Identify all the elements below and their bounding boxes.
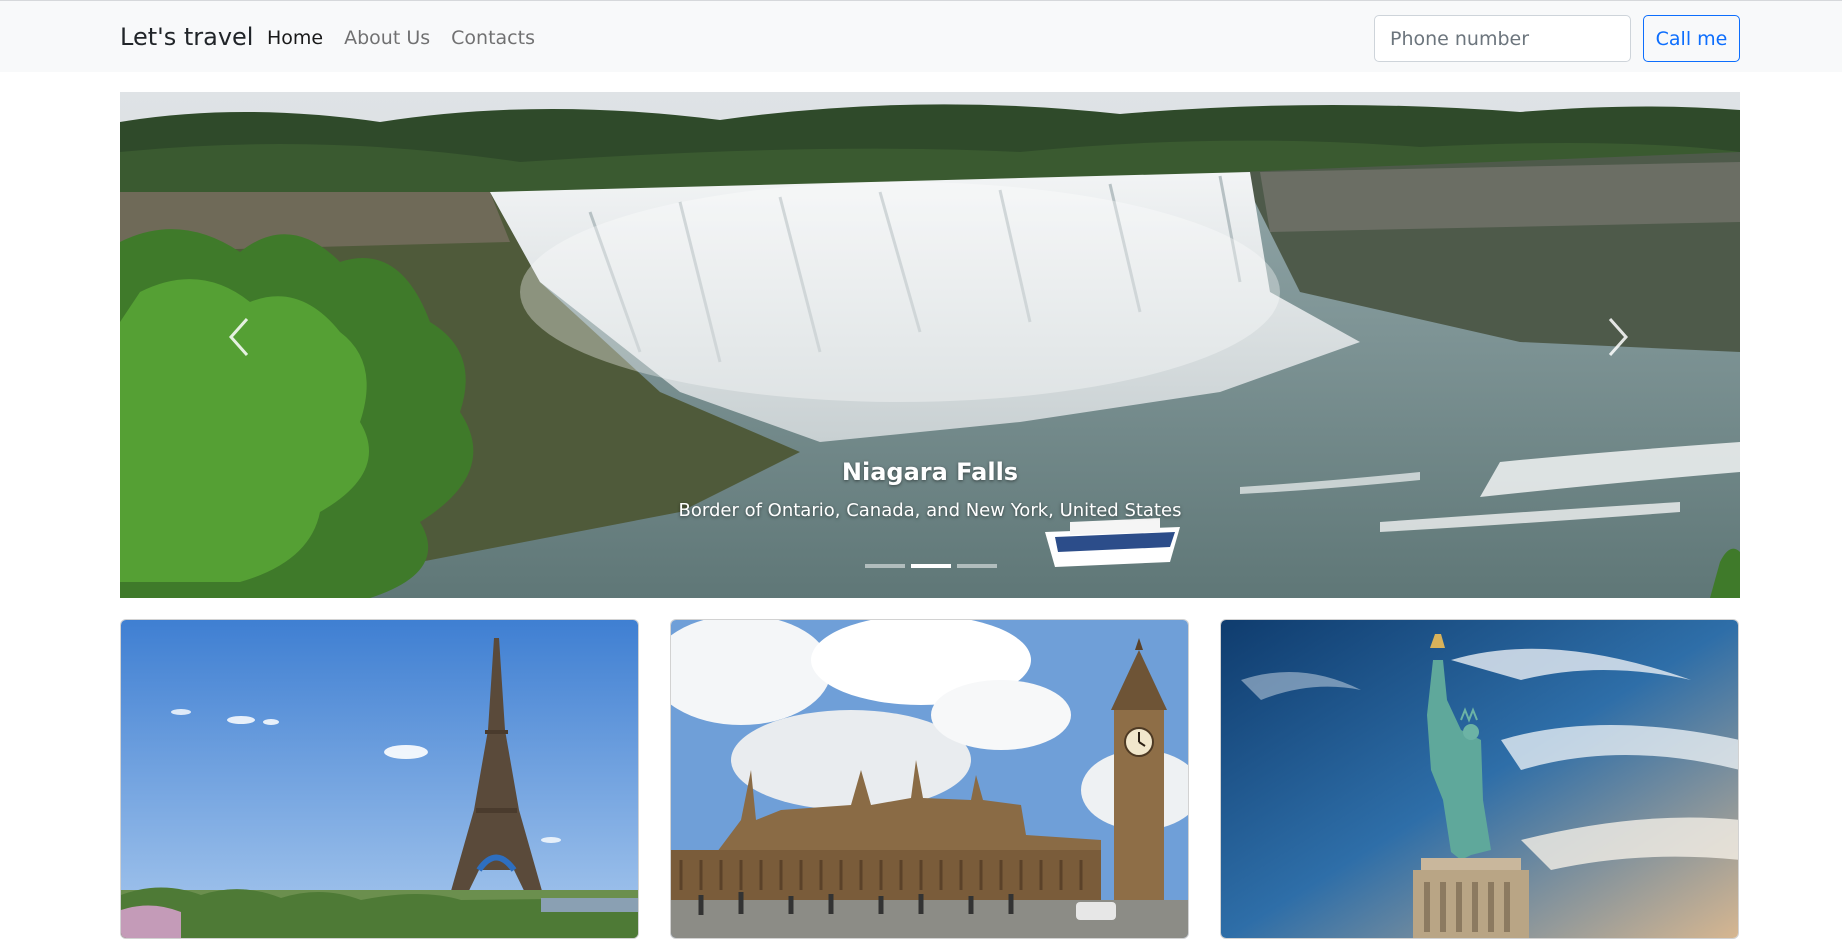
carousel-indicator-active[interactable] [911,564,951,568]
destination-card-new-york[interactable] [1220,619,1739,939]
nav-links: Home About Us Contacts [267,27,535,49]
carousel-caption: Niagara Falls Border of Ontario, Canada,… [120,458,1740,521]
eiffel-tower-photo [121,620,638,938]
big-ben-parliament-photo [671,620,1188,938]
nav-about-link[interactable]: About Us [344,27,430,49]
carousel-indicator[interactable] [865,564,905,568]
phone-number-input[interactable] [1374,15,1631,62]
carousel-indicators [865,564,997,568]
nav-contacts-link[interactable]: Contacts [451,27,535,49]
carousel-next-button[interactable] [1572,277,1662,397]
statue-of-liberty-photo [1221,620,1738,938]
call-me-button[interactable]: Call me [1643,15,1740,62]
destination-card-paris[interactable] [120,619,639,939]
carousel-indicator[interactable] [957,564,997,568]
niagara-falls-photo [120,92,1740,598]
carousel-prev-button[interactable] [195,277,285,397]
slide-title: Niagara Falls [841,458,1019,486]
chevron-left-icon [228,318,249,356]
chevron-right-icon [1608,318,1629,356]
brand-link[interactable]: Let's travel [120,23,253,51]
hero-carousel: Niagara Falls Border of Ontario, Canada,… [120,92,1740,598]
slide-subtitle: Border of Ontario, Canada, and New York,… [678,500,1182,521]
destination-card-london[interactable] [670,619,1189,939]
navbar: Let's travel Home About Us Contacts Call… [0,0,1842,72]
nav-home-link[interactable]: Home [267,27,323,49]
